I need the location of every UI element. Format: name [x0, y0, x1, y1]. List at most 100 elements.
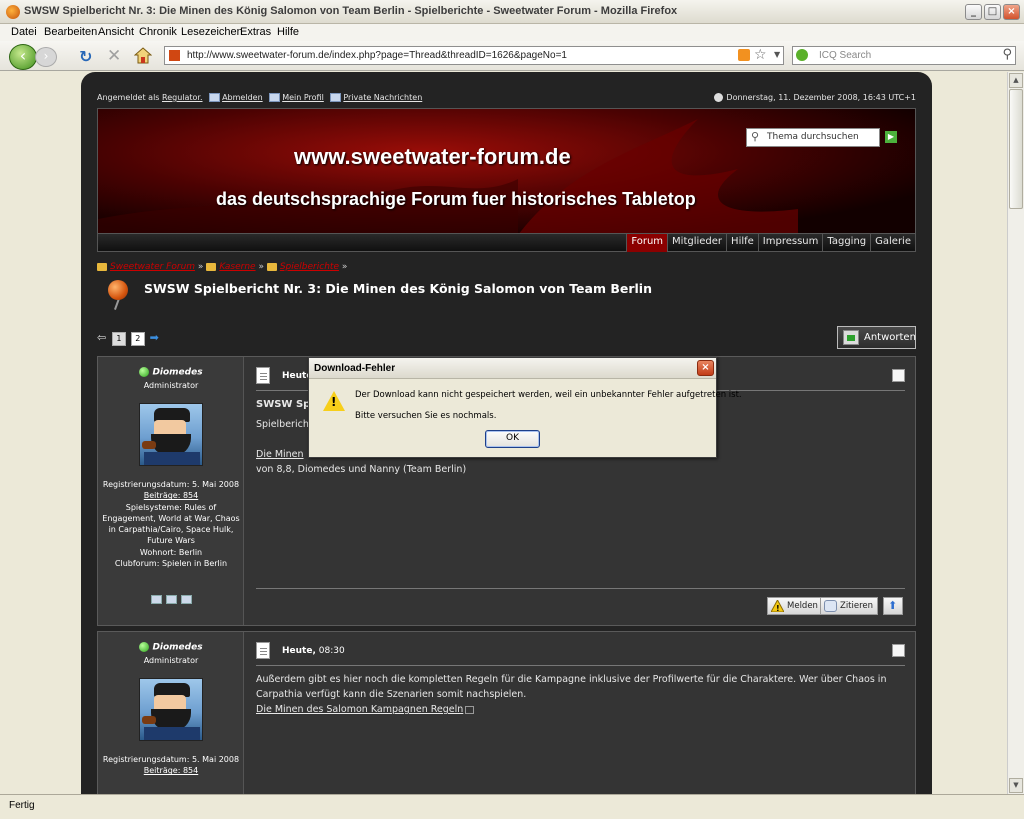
quote-button[interactable]: Zitieren: [820, 597, 879, 615]
site-favicon-icon: [168, 49, 181, 62]
author-name-text[interactable]: Diomedes: [152, 368, 202, 378]
folder-icon: [97, 262, 107, 271]
post-date: Heute, 08:30: [282, 646, 345, 656]
scroll-down-icon[interactable]: ▼: [1009, 778, 1023, 793]
tab-forum[interactable]: Forum: [626, 234, 668, 252]
crumb-separator: »: [341, 262, 348, 272]
post-link[interactable]: Die Minen: [256, 449, 304, 460]
search-icon: ⚲: [751, 130, 760, 143]
menu-bearbeiten[interactable]: Bearbeiten: [44, 26, 97, 38]
profile-icon: [269, 93, 281, 102]
maximize-icon[interactable]: □: [984, 4, 1001, 20]
homepage-icon[interactable]: [165, 595, 177, 604]
status-text: Fertig: [9, 800, 35, 811]
reload-icon[interactable]: ↻: [79, 47, 92, 66]
menu-bar: Datei Bearbeiten Ansicht Chronik Lesezei…: [0, 24, 1024, 41]
tab-hilfe[interactable]: Hilfe: [726, 234, 758, 252]
forward-icon[interactable]: ›: [35, 47, 57, 67]
url-bar[interactable]: http://www.sweetwater-forum.de/index.php…: [164, 46, 784, 65]
menu-ansicht[interactable]: Ansicht: [98, 26, 134, 38]
close-icon[interactable]: ×: [697, 360, 714, 376]
search-placeholder[interactable]: ICQ Search: [819, 50, 871, 61]
profile-icon[interactable]: [150, 595, 162, 604]
firefox-icon: [6, 5, 20, 19]
datetime-text: Donnerstag, 11. Dezember 2008, 16:43 UTC…: [726, 93, 916, 102]
report-label: Melden: [787, 601, 818, 611]
menu-datei[interactable]: Datei: [11, 26, 37, 38]
url-dropdown-icon[interactable]: ▼: [774, 50, 780, 59]
scroll-top-button[interactable]: ⬆: [883, 597, 903, 615]
bookmark-star-icon[interactable]: ☆: [754, 47, 767, 63]
report-button[interactable]: ! Melden: [767, 597, 823, 615]
email-icon[interactable]: [180, 595, 192, 604]
author-name-text[interactable]: Diomedes: [152, 643, 202, 653]
quote-label: Zitieren: [840, 601, 874, 611]
close-icon[interactable]: ×: [1003, 4, 1020, 20]
messages-link[interactable]: Private Nachrichten: [343, 93, 422, 102]
search-go-button[interactable]: ▶: [885, 131, 897, 143]
tab-mitglieder[interactable]: Mitglieder: [667, 234, 726, 252]
crumb-sweetwater-forum[interactable]: Sweetwater Forum: [110, 262, 195, 272]
scrollbar-thumb[interactable]: [1009, 89, 1023, 209]
tab-tagging[interactable]: Tagging: [822, 234, 870, 252]
sticky-pin-icon: [108, 280, 128, 300]
crumb-spielberichte[interactable]: Spielberichte: [280, 262, 339, 272]
rss-icon[interactable]: [738, 49, 750, 61]
stop-icon[interactable]: ✕: [107, 46, 121, 66]
username-link[interactable]: Regulator.: [162, 93, 203, 102]
scroll-up-icon[interactable]: ▲: [1009, 73, 1023, 88]
menu-lesezeichen[interactable]: Lesezeichen: [181, 26, 243, 38]
folder-icon: [206, 262, 217, 271]
author-rank: Administrator: [143, 656, 199, 665]
author-name[interactable]: Diomedes: [98, 367, 244, 378]
pagination: ⇦ 1 2 ➡: [97, 331, 159, 346]
author-club: Clubforum: Spielen in Berlin: [114, 559, 228, 569]
dialog-message: Der Download kann nicht gespeichert werd…: [355, 390, 742, 400]
author-post-count[interactable]: Beiträge: 854: [144, 491, 198, 500]
tab-impressum[interactable]: Impressum: [757, 234, 823, 252]
banner-title: www.sweetwater-forum.de: [294, 144, 571, 169]
document-icon: [256, 642, 270, 659]
author-location: Wohnort: Berlin: [139, 547, 203, 557]
avatar[interactable]: [139, 678, 203, 741]
menu-chronik[interactable]: Chronik: [139, 26, 177, 38]
author-rank: Administrator: [143, 381, 199, 390]
author-regdate: Registrierungsdatum: 5. Mai 2008: [102, 480, 240, 489]
back-icon[interactable]: ‹: [9, 44, 37, 70]
banner-subtitle: das deutschsprachige Forum fuer historis…: [216, 189, 696, 209]
ok-button[interactable]: OK: [485, 430, 540, 448]
post-date-label: Heute,: [282, 646, 316, 656]
author-post-count[interactable]: Beiträge: 854: [144, 766, 198, 775]
author-info: Registrierungsdatum: 5. Mai 2008 Beiträg…: [102, 479, 240, 569]
post-link[interactable]: Die Minen des Salomon Kampagnen Regeln: [256, 704, 463, 715]
menu-extras[interactable]: Extras: [240, 26, 271, 38]
minimize-icon[interactable]: _: [965, 4, 982, 20]
vertical-scrollbar[interactable]: ▲ ▼: [1007, 72, 1024, 794]
home-icon[interactable]: [133, 47, 153, 64]
author-name[interactable]: Diomedes: [98, 642, 244, 653]
search-bar[interactable]: ICQ Search ⚲: [792, 46, 1016, 65]
title-bar: SWSW Spielbericht Nr. 3: Die Minen des K…: [0, 0, 1024, 24]
post-select-checkbox[interactable]: [892, 369, 905, 382]
page-2[interactable]: 2: [130, 332, 145, 346]
post-select-checkbox[interactable]: [892, 644, 905, 657]
menu-hilfe[interactable]: Hilfe: [277, 26, 299, 38]
tab-galerie[interactable]: Galerie: [870, 234, 915, 252]
search-icon[interactable]: ⚲: [1002, 47, 1012, 62]
breadcrumb: Sweetwater Forum » Kaserne » Spielberich…: [97, 262, 347, 272]
reply-icon: [843, 330, 859, 345]
reply-button[interactable]: Antworten: [837, 326, 916, 349]
prev-page-icon[interactable]: ⇦: [97, 331, 109, 344]
author-info: Registrierungsdatum: 5. Mai 2008 Beiträg…: [102, 754, 240, 777]
post: Diomedes Administrator Registrierungsdat…: [97, 631, 916, 794]
profile-link[interactable]: Mein Profil: [282, 93, 324, 102]
search-engine-icon[interactable]: [796, 49, 808, 61]
next-page-icon[interactable]: ➡: [150, 331, 159, 344]
page-1[interactable]: 1: [111, 332, 126, 346]
url-text[interactable]: http://www.sweetwater-forum.de/index.php…: [187, 50, 567, 61]
messages-icon: [330, 93, 342, 102]
avatar[interactable]: [139, 403, 203, 466]
logout-link[interactable]: Abmelden: [222, 93, 263, 102]
crumb-kaserne[interactable]: Kaserne: [219, 262, 255, 272]
thread-search-input[interactable]: ⚲ Thema durchsuchen: [746, 128, 880, 147]
